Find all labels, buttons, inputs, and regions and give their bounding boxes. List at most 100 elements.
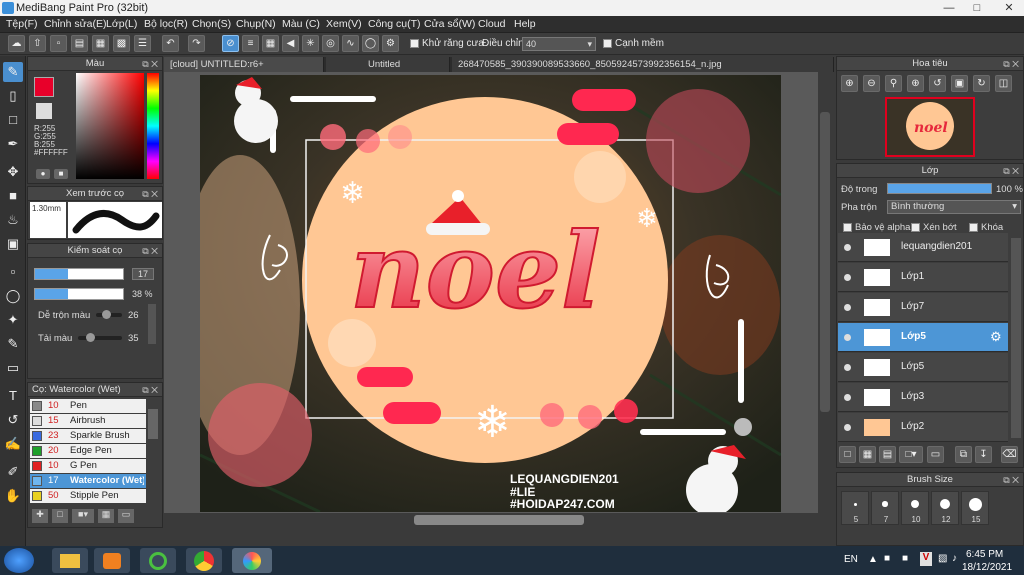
layer-opacity-slider[interactable] (887, 183, 992, 194)
layer-row[interactable]: Lớp5 ⚙ (838, 323, 1008, 352)
antialias-checkbox[interactable] (410, 39, 419, 48)
menu-view[interactable]: Xem(V) (326, 18, 362, 30)
new-layer-icon[interactable]: □ (839, 446, 856, 463)
menu-filter[interactable]: Bộ lọc(R) (144, 18, 188, 30)
menu-layer[interactable]: Lớp(L) (106, 18, 137, 30)
minimize-icon[interactable]: — (934, 0, 964, 16)
tab-cloud-untitled[interactable]: [cloud] UNTITLED:r6+ (164, 57, 324, 72)
app-green-icon[interactable] (140, 548, 176, 573)
brush-size-cell[interactable]: 10 (901, 491, 929, 525)
magic-wand-icon[interactable]: ✦ (3, 310, 23, 330)
zoom-in-icon[interactable]: ⊕ (841, 75, 858, 92)
snap-curve-icon[interactable]: ∿ (342, 35, 359, 52)
layer-row[interactable]: Lớp2 (838, 413, 1008, 442)
swap-icon[interactable]: ■ (54, 169, 68, 179)
blend-slider[interactable] (96, 310, 122, 319)
menu-cloud[interactable]: Cloud (478, 18, 505, 30)
expand-icon[interactable]: ⧉ ✕ (142, 244, 158, 258)
menu-select[interactable]: Chọn(S) (192, 18, 231, 30)
tab-untitled[interactable]: Untitled (326, 57, 450, 72)
brush-list-item[interactable]: 23 Sparkle Brush (30, 429, 146, 443)
eye-icon[interactable] (844, 244, 851, 251)
medibang-taskbar-icon[interactable] (232, 548, 272, 573)
hue-slider[interactable] (147, 73, 159, 179)
eye-icon[interactable] (844, 334, 851, 341)
tab-jpg-file[interactable]: 268470585_390390089533660_85059245739923… (452, 57, 834, 72)
snap-perspective-icon[interactable]: ◀ (282, 35, 299, 52)
brush-size-cell[interactable]: 12 (931, 491, 959, 525)
operation-tool-icon[interactable]: ↺ (3, 410, 23, 430)
layer-menu-icon[interactable]: □▾ (899, 446, 923, 463)
brush-control-scrollbar[interactable] (148, 304, 156, 344)
navigator-thumbnail[interactable]: noel (885, 97, 975, 157)
close-icon[interactable]: ✕ (994, 0, 1024, 16)
settings-icon[interactable]: ⚙ (382, 35, 399, 52)
brush-settings-icon[interactable]: ▦ (98, 509, 114, 523)
start-button[interactable] (4, 548, 34, 573)
fit-screen-icon[interactable]: ▣ (951, 75, 968, 92)
eye-icon[interactable] (844, 364, 851, 371)
snap-radial-icon[interactable]: ✳ (302, 35, 319, 52)
volume-icon[interactable]: ♪ (952, 553, 957, 564)
folder-icon[interactable]: ▭ (927, 446, 944, 463)
menu-tools[interactable]: Công cụ(T) (368, 18, 421, 30)
menu-edit[interactable]: Chỉnh sửa(E) (44, 18, 106, 30)
brush-size-cell[interactable]: 7 (871, 491, 899, 525)
move-tool-icon[interactable]: ✥ (3, 162, 23, 182)
comment-icon[interactable]: ▫ (50, 35, 67, 52)
rect-tool-icon[interactable]: □ (3, 110, 23, 130)
smooth-checkbox[interactable] (603, 39, 612, 48)
undo-icon[interactable]: ↶ (162, 35, 179, 52)
tray-app-icon-2[interactable]: ■ (902, 553, 908, 564)
new-brush-icon[interactable]: □ (52, 509, 68, 523)
page-icon[interactable]: ▤ (71, 35, 88, 52)
maximize-icon[interactable]: □ (962, 0, 992, 16)
vertical-scrollbar[interactable] (818, 72, 832, 513)
size-slider[interactable] (34, 268, 124, 280)
snap-circle-icon[interactable]: ◎ (322, 35, 339, 52)
expand-icon[interactable]: ⧉ ✕ (1003, 473, 1019, 487)
expand-icon[interactable]: ⧉ ✕ (1003, 164, 1019, 178)
layers-scrollbar[interactable] (1011, 238, 1021, 438)
pen-tool-icon[interactable]: ✒ (3, 134, 23, 154)
tray-app-icon[interactable]: ■ (884, 553, 890, 564)
brush-list-item[interactable]: 17 Watercolor (Wet) (30, 474, 146, 488)
layer-row[interactable]: Lớp5 (838, 353, 1008, 382)
list-icon[interactable]: ☰ (134, 35, 151, 52)
duplicate-layer-icon[interactable]: ⧉ (955, 446, 972, 463)
brush-list-scrollbar[interactable] (148, 409, 158, 439)
adjust-select[interactable]: 40 ▾ (522, 37, 596, 51)
zoom-out-icon[interactable]: ⊖ (863, 75, 880, 92)
dropper-icon[interactable]: ✍ (3, 434, 23, 454)
media-player-icon[interactable] (94, 548, 130, 573)
eye-icon[interactable] (844, 394, 851, 401)
brush-size-cell[interactable]: 5 (841, 491, 869, 525)
merge-down-icon[interactable]: ↧ (975, 446, 992, 463)
layer-row[interactable]: Lớp3 (838, 383, 1008, 412)
zoom-fit-icon[interactable]: ⚲ (885, 75, 902, 92)
menu-help[interactable]: Help (514, 18, 536, 30)
gradient-tool-icon[interactable]: ▣ (3, 234, 23, 254)
brush-tool-icon[interactable]: ✎ (3, 62, 23, 82)
brush-menu-icon[interactable]: ■▾ (72, 509, 94, 523)
rotate-left-icon[interactable]: ↺ (929, 75, 946, 92)
lock-checkbox[interactable] (969, 223, 978, 232)
network-icon[interactable]: ▧ (938, 553, 947, 564)
tray-arrow-icon[interactable]: ▲ (868, 554, 878, 565)
layer-row[interactable]: Lớp7 (838, 293, 1008, 322)
select-eraser-icon[interactable]: ▭ (3, 358, 23, 378)
text-tool-icon[interactable]: T (3, 386, 23, 406)
doc-icon[interactable]: ▦ (92, 35, 109, 52)
eraser-tool-icon[interactable]: ▯ (3, 86, 23, 106)
snap-grid-icon[interactable]: ▦ (262, 35, 279, 52)
zoom-reset-icon[interactable]: ⊕ (907, 75, 924, 92)
chrome-icon[interactable] (186, 548, 222, 573)
bucket-tool-icon[interactable]: ♨ (3, 210, 23, 230)
brush-list-item[interactable]: 50 Stipple Pen (30, 489, 146, 503)
brush-list-item[interactable]: 15 Airbrush (30, 414, 146, 428)
foreground-color-swatch[interactable] (34, 77, 54, 97)
language-indicator[interactable]: EN (844, 554, 858, 565)
select-pen-icon[interactable]: ✎ (3, 334, 23, 354)
select-rect-icon[interactable]: ▫ (3, 262, 23, 282)
flip-icon[interactable]: ◫ (995, 75, 1012, 92)
